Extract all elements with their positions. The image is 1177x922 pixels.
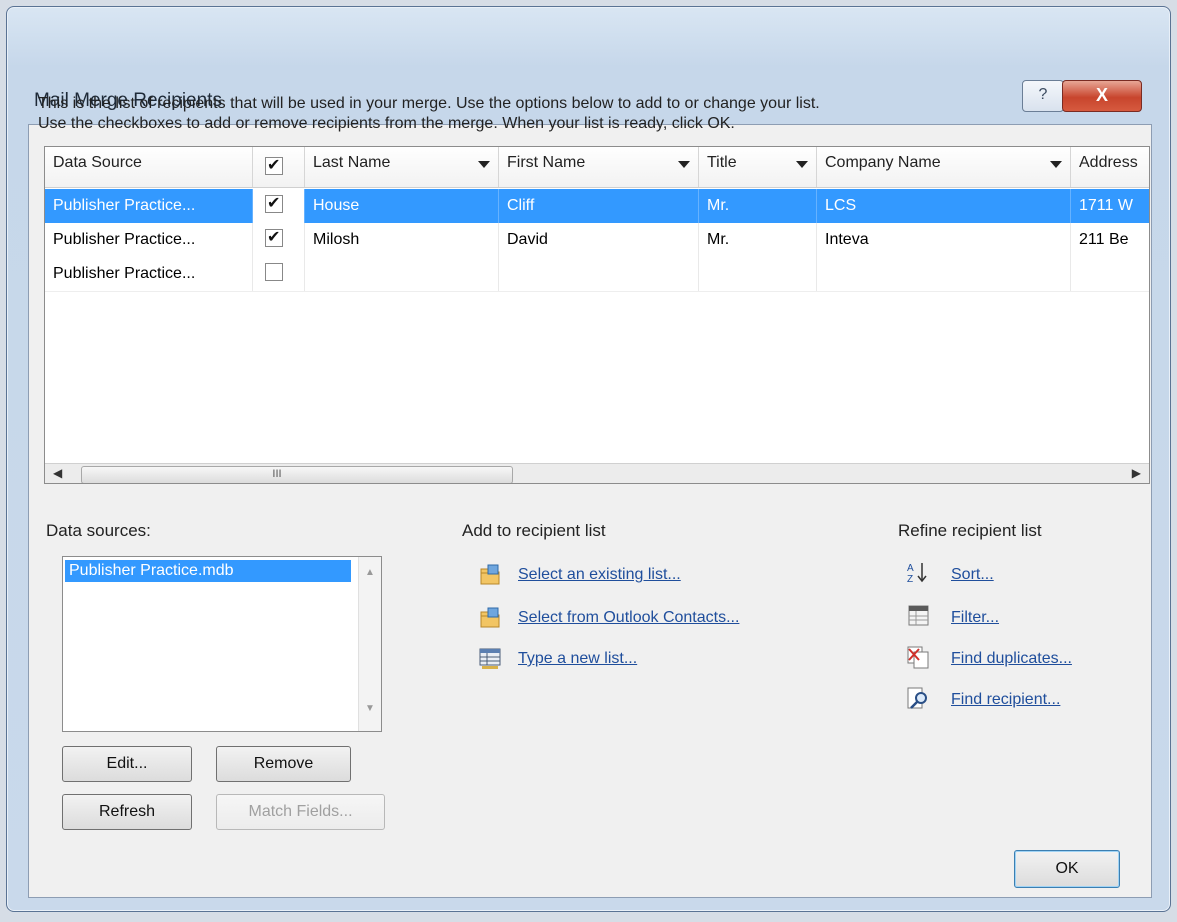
- table-row[interactable]: Publisher Practice... House Cliff Mr. LC…: [45, 189, 1149, 223]
- header-checkbox[interactable]: [265, 155, 283, 175]
- filter-link[interactable]: Filter...: [951, 609, 999, 627]
- chevron-down-icon[interactable]: [678, 161, 690, 168]
- sort-link[interactable]: Sort...: [951, 566, 994, 584]
- scroll-down-icon[interactable]: ▼: [365, 703, 375, 714]
- new-list-icon: [479, 648, 501, 669]
- col-last-name[interactable]: Last Name: [305, 147, 499, 187]
- grid-header: Data Source Last Name First Name Title C…: [45, 147, 1149, 188]
- type-new-list-link[interactable]: Type a new list...: [518, 650, 637, 668]
- cell-first-name: David: [499, 223, 699, 257]
- chevron-down-icon[interactable]: [1050, 161, 1062, 168]
- select-existing-list-link[interactable]: Select an existing list...: [518, 566, 681, 584]
- filter-icon: [908, 605, 929, 626]
- cell-address: [1071, 257, 1149, 291]
- intro-line-1: This is the list of recipients that will…: [38, 95, 820, 112]
- refine-section-label: Refine recipient list: [898, 521, 1042, 540]
- intro-line-2: Use the checkboxes to add or remove reci…: [38, 115, 735, 132]
- folder-contacts-icon: [480, 607, 500, 628]
- cell-address: 211 Be: [1071, 223, 1149, 257]
- intro-text: This is the list of recipients that will…: [38, 94, 820, 134]
- cell-check: [253, 223, 305, 257]
- folder-database-icon: [480, 564, 500, 585]
- scroll-grip: III: [272, 468, 282, 480]
- select-outlook-contacts-link[interactable]: Select from Outlook Contacts...: [518, 609, 739, 627]
- col-data-source[interactable]: Data Source: [45, 147, 253, 187]
- cell-last-name: Milosh: [305, 223, 499, 257]
- chevron-down-icon[interactable]: [796, 161, 808, 168]
- col-address[interactable]: Address: [1071, 147, 1149, 187]
- data-sources-list[interactable]: Publisher Practice.mdb ▲ ▼: [62, 556, 382, 732]
- cell-last-name: House: [305, 189, 499, 223]
- cell-first-name: [499, 257, 699, 291]
- remove-button[interactable]: Remove: [216, 746, 351, 782]
- edit-button[interactable]: Edit...: [62, 746, 192, 782]
- svg-text:Z: Z: [907, 574, 913, 584]
- scroll-right-icon[interactable]: ▶: [1132, 466, 1141, 480]
- data-sources-label: Data sources:: [46, 521, 151, 540]
- close-button[interactable]: X: [1062, 80, 1142, 112]
- row-checkbox[interactable]: [265, 193, 283, 213]
- col-company-name[interactable]: Company Name: [817, 147, 1071, 187]
- refresh-button[interactable]: Refresh: [62, 794, 192, 830]
- cell-company: Inteva: [817, 223, 1071, 257]
- scroll-up-icon[interactable]: ▲: [365, 567, 375, 578]
- table-row[interactable]: Publisher Practice...: [45, 257, 1149, 292]
- cell-company: LCS: [817, 189, 1071, 223]
- cell-title: [699, 257, 817, 291]
- chevron-down-icon[interactable]: [478, 161, 490, 168]
- cell-source: Publisher Practice...: [45, 257, 253, 291]
- col-title[interactable]: Title: [699, 147, 817, 187]
- cell-first-name: Cliff: [499, 189, 699, 223]
- match-fields-button[interactable]: Match Fields...: [216, 794, 385, 830]
- row-checkbox[interactable]: [265, 263, 283, 281]
- cell-last-name: [305, 257, 499, 291]
- help-button[interactable]: ?: [1022, 80, 1064, 112]
- find-recipient-icon: [907, 687, 927, 709]
- recipients-grid[interactable]: Data Source Last Name First Name Title C…: [44, 146, 1150, 484]
- cell-company: [817, 257, 1071, 291]
- vertical-scrollbar[interactable]: ▲ ▼: [358, 557, 381, 731]
- row-checkbox[interactable]: [265, 227, 283, 247]
- horizontal-scrollbar[interactable]: ◀ III ▶: [45, 463, 1149, 483]
- find-duplicates-link[interactable]: Find duplicates...: [951, 650, 1072, 668]
- find-duplicates-icon: [907, 646, 929, 669]
- sort-az-icon: A Z: [907, 563, 927, 584]
- cell-check: [253, 189, 305, 223]
- cell-address: 1711 W: [1071, 189, 1149, 223]
- cell-check: [253, 257, 305, 291]
- cell-title: Mr.: [699, 189, 817, 223]
- cell-title: Mr.: [699, 223, 817, 257]
- col-checkbox[interactable]: [253, 147, 305, 187]
- add-section-label: Add to recipient list: [462, 521, 606, 540]
- table-row[interactable]: Publisher Practice... Milosh David Mr. I…: [45, 223, 1149, 257]
- cell-source: Publisher Practice...: [45, 223, 253, 257]
- scroll-thumb[interactable]: III: [81, 466, 513, 483]
- cell-source: Publisher Practice...: [45, 189, 253, 223]
- find-recipient-link[interactable]: Find recipient...: [951, 691, 1060, 709]
- list-item[interactable]: Publisher Practice.mdb: [65, 560, 351, 582]
- col-first-name[interactable]: First Name: [499, 147, 699, 187]
- svg-text:A: A: [907, 563, 914, 574]
- ok-button[interactable]: OK: [1014, 850, 1120, 888]
- scroll-left-icon[interactable]: ◀: [53, 466, 62, 480]
